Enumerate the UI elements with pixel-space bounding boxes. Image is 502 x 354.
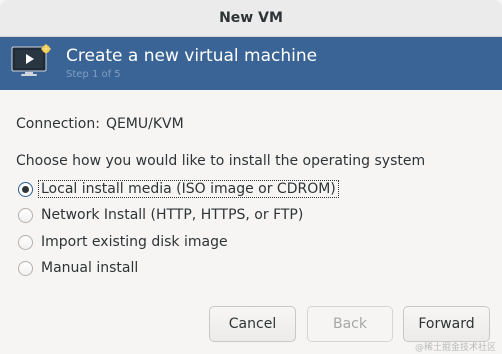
new-vm-dialog: New VM Create a new virtual machine Step… xyxy=(0,0,502,354)
banner-title: Create a new virtual machine xyxy=(66,46,318,66)
option-import-disk[interactable]: Import existing disk image xyxy=(18,232,230,252)
window-title[interactable]: New VM xyxy=(0,0,502,37)
cancel-button[interactable]: Cancel xyxy=(209,306,296,342)
connection-row: Connection: QEMU/KVM xyxy=(16,116,184,132)
radio-button[interactable] xyxy=(18,207,33,223)
option-network-install[interactable]: Network Install (HTTP, HTTPS, or FTP) xyxy=(18,205,305,225)
install-method-question: Choose how you would like to install the… xyxy=(16,153,426,169)
connection-label: Connection: xyxy=(16,116,100,132)
step-indicator: Step 1 of 5 xyxy=(66,69,121,80)
radio-button-selected[interactable] xyxy=(18,181,33,197)
option-local-install[interactable]: Local install media (ISO image or CDROM) xyxy=(18,179,339,199)
option-label: Import existing disk image xyxy=(41,234,228,250)
radio-button[interactable] xyxy=(18,234,33,250)
option-label: Local install media (ISO image or CDROM) xyxy=(38,180,339,198)
forward-button[interactable]: Forward xyxy=(403,306,490,342)
back-button[interactable]: Back xyxy=(307,306,393,342)
watermark-text: @稀土掘金技术社区 xyxy=(414,343,496,353)
option-label: Manual install xyxy=(41,260,139,276)
connection-value: QEMU/KVM xyxy=(105,116,184,132)
header-banner: Create a new virtual machine Step 1 of 5 xyxy=(0,37,502,90)
radio-button[interactable] xyxy=(18,260,33,276)
monitor-play-icon xyxy=(11,44,51,76)
option-label: Network Install (HTTP, HTTPS, or FTP) xyxy=(41,207,304,223)
option-manual-install[interactable]: Manual install xyxy=(18,258,140,278)
